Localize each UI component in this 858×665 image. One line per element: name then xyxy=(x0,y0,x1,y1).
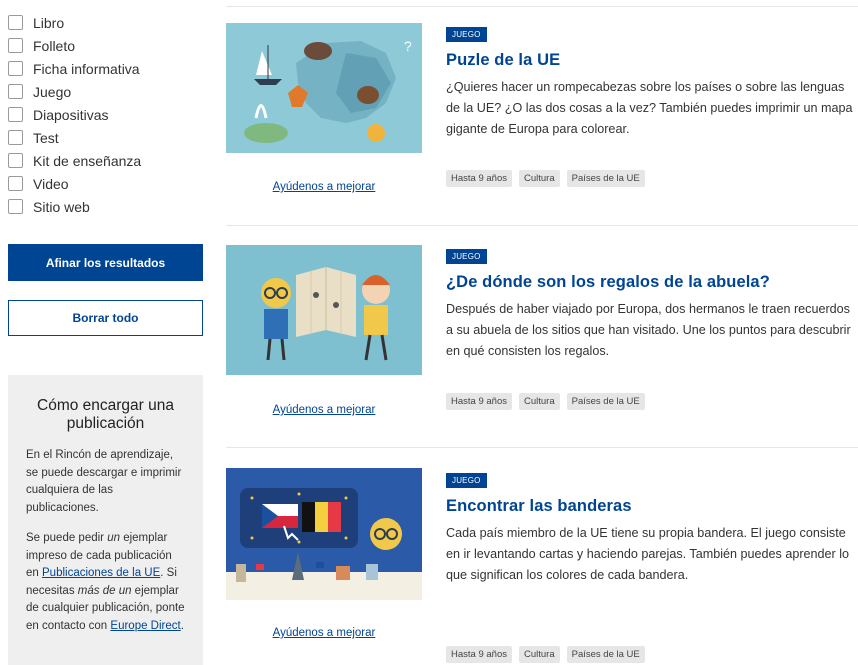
tag-topic: Cultura xyxy=(518,646,560,663)
filter-label: Kit de enseñanza xyxy=(33,152,142,169)
filter-checkbox[interactable] xyxy=(8,153,23,168)
filter-item-juego[interactable]: Juego xyxy=(8,80,203,103)
filter-label: Diapositivas xyxy=(33,106,109,123)
filter-item-ficha-informativa[interactable]: Ficha informativa xyxy=(8,57,203,80)
filter-checkbox[interactable] xyxy=(8,199,23,214)
result-tags: Hasta 9 años Cultura Países de la UE xyxy=(446,170,645,187)
result-description: Cada país miembro de la UE tiene su prop… xyxy=(446,526,850,582)
filter-label: Folleto xyxy=(33,37,76,54)
result-description: Después de haber viajado por Europa, dos… xyxy=(446,302,851,358)
flags-game-illustration xyxy=(226,468,422,600)
order-publication-box: Cómo encargar una publicación En el Rinc… xyxy=(8,375,203,665)
filter-checkbox[interactable] xyxy=(8,84,23,99)
result-title[interactable]: Puzle de la UE xyxy=(446,51,858,70)
filter-label: Video xyxy=(33,175,69,192)
refine-results-button[interactable]: Afinar los resultados xyxy=(8,244,203,281)
filter-checkbox[interactable] xyxy=(8,38,23,53)
filter-checkbox[interactable] xyxy=(8,130,23,145)
help-improve-link[interactable]: Ayúdenos a mejorar xyxy=(226,181,422,193)
order-text-part: Se puede pedir xyxy=(26,532,108,544)
help-improve-link[interactable]: Ayúdenos a mejorar xyxy=(226,404,422,416)
filter-checkbox[interactable] xyxy=(8,107,23,122)
result-card: JUEGO Encontrar las banderas Cada país m… xyxy=(446,470,858,586)
eu-publications-link[interactable]: Publicaciones de la UE xyxy=(42,567,160,579)
filter-item-test[interactable]: Test xyxy=(8,126,203,149)
filter-item-sitio-web[interactable]: Sitio web xyxy=(8,195,203,218)
order-box-text-2: Se puede pedir un ejemplar impreso de ca… xyxy=(26,530,185,635)
filter-item-folleto[interactable]: Folleto xyxy=(8,34,203,57)
result-card: JUEGO Puzle de la UE ¿Quieres hacer un r… xyxy=(446,24,858,140)
result-type-badge: JUEGO xyxy=(446,473,487,488)
result-type-badge: JUEGO xyxy=(446,249,487,264)
filter-checkbox[interactable] xyxy=(8,176,23,191)
clear-all-button[interactable]: Borrar todo xyxy=(8,300,203,336)
europe-direct-link[interactable]: Europe Direct xyxy=(110,620,180,632)
filter-item-diapositivas[interactable]: Diapositivas xyxy=(8,103,203,126)
filter-sidebar: Libro Folleto Ficha informativa Juego Diapos… xyxy=(8,0,203,665)
tag-topic: Países de la UE xyxy=(566,393,645,410)
europe-map-illustration: ? xyxy=(226,23,422,153)
eu-puzzle-thumbnail[interactable]: ? xyxy=(226,23,422,153)
tag-topic: Países de la UE xyxy=(566,170,645,187)
order-box-text-1: En el Rincón de aprendizaje, se puede de… xyxy=(26,449,182,514)
tag-topic: Cultura xyxy=(518,170,560,187)
filter-label: Libro xyxy=(33,14,65,31)
result-tags: Hasta 9 años Cultura Países de la UE xyxy=(446,646,645,663)
result-type-badge: JUEGO xyxy=(446,27,487,42)
tag-age: Hasta 9 años xyxy=(446,170,512,187)
svg-text:?: ? xyxy=(404,38,412,54)
grandma-gifts-thumbnail[interactable] xyxy=(226,245,422,375)
order-text-emphasis: un xyxy=(107,532,120,544)
filter-label: Sitio web xyxy=(33,198,90,215)
filter-checkbox[interactable] xyxy=(8,15,23,30)
results-divider xyxy=(226,447,858,448)
tag-topic: Cultura xyxy=(518,393,560,410)
kids-with-map-illustration xyxy=(226,245,422,375)
result-tags: Hasta 9 años Cultura Países de la UE xyxy=(446,393,645,410)
result-title[interactable]: Encontrar las banderas xyxy=(446,497,858,516)
filter-label: Test xyxy=(33,129,59,146)
order-text-part: . xyxy=(180,619,184,632)
tag-topic: Países de la UE xyxy=(566,646,645,663)
filter-item-video[interactable]: Video xyxy=(8,172,203,195)
result-card: JUEGO ¿De dónde son los regalos de la ab… xyxy=(446,246,858,362)
filter-label: Ficha informativa xyxy=(33,60,140,77)
tag-age: Hasta 9 años xyxy=(446,646,512,663)
order-text-emphasis: más de un xyxy=(77,584,132,597)
result-title[interactable]: ¿De dónde son los regalos de la abuela? xyxy=(446,273,858,292)
results-divider xyxy=(226,225,858,226)
find-flags-thumbnail[interactable] xyxy=(226,468,422,600)
tag-age: Hasta 9 años xyxy=(446,393,512,410)
filter-item-kit-de-ensenanza[interactable]: Kit de enseñanza xyxy=(8,149,203,172)
results-divider xyxy=(226,6,858,7)
filter-label: Juego xyxy=(33,83,72,100)
filter-list: Libro Folleto Ficha informativa Juego Diapos… xyxy=(8,11,203,218)
filter-item-libro[interactable]: Libro xyxy=(8,11,203,34)
order-box-title: Cómo encargar una publicación xyxy=(37,397,174,432)
filter-checkbox[interactable] xyxy=(8,61,23,76)
help-improve-link[interactable]: Ayúdenos a mejorar xyxy=(226,627,422,639)
result-description: ¿Quieres hacer un rompecabezas sobre los… xyxy=(446,80,853,136)
